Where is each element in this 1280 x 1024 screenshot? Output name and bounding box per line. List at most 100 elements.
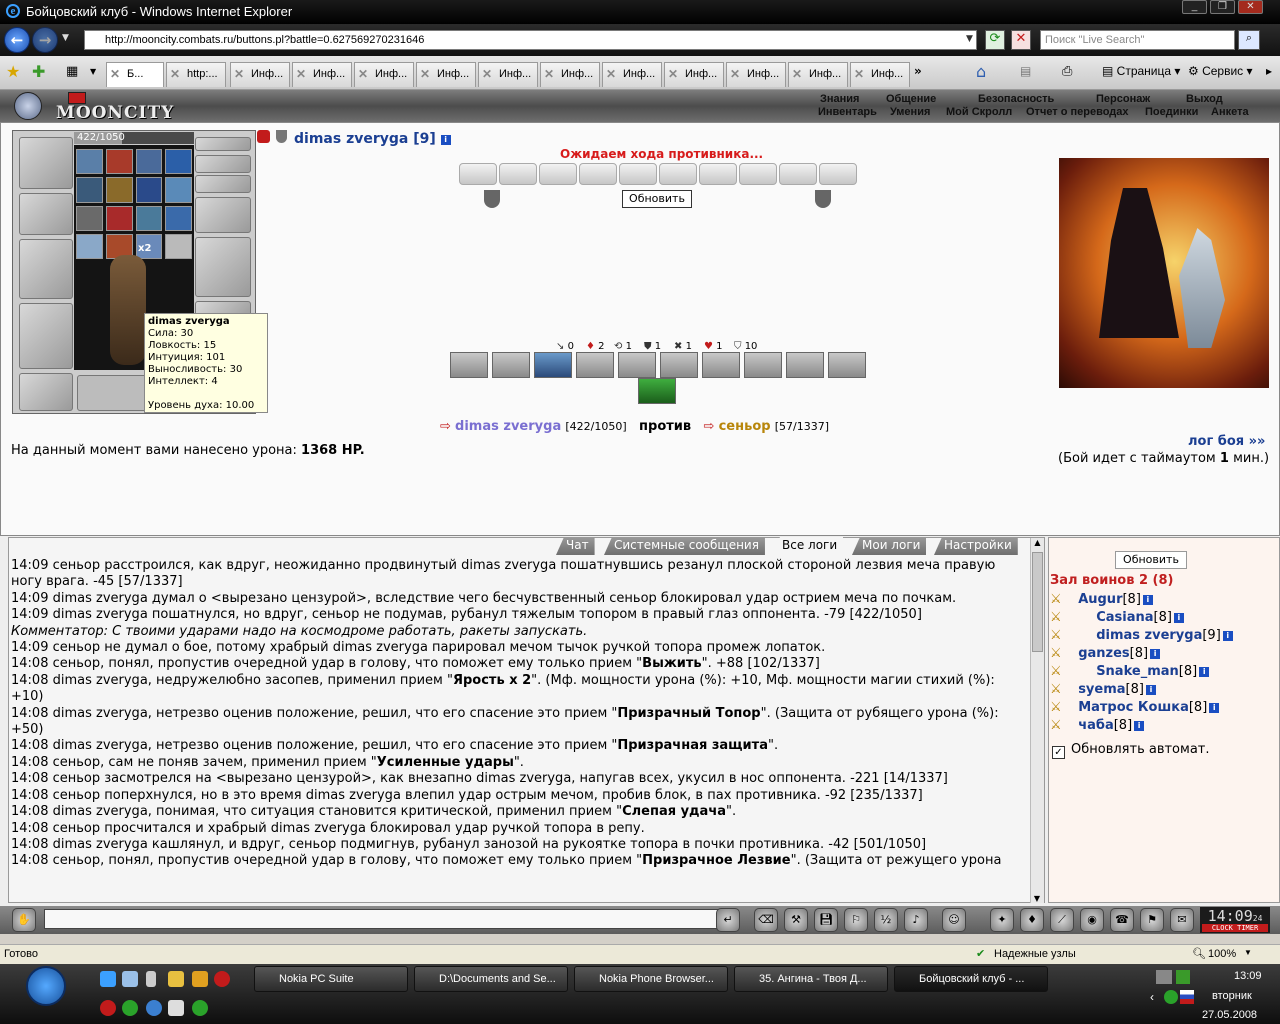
effect-icon[interactable]: [165, 149, 192, 175]
game-quicklaunch-icon[interactable]: [214, 971, 230, 987]
browser-tab[interactable]: ✕ Инф...: [230, 62, 290, 87]
browser-tab[interactable]: ✕ Б...: [106, 62, 164, 87]
magic-icon[interactable]: ✦: [990, 908, 1014, 932]
tab-list-icon[interactable]: ▼: [90, 67, 96, 76]
back-button[interactable]: ←: [4, 27, 30, 53]
taskbar-button[interactable]: D:\Documents and Se...: [414, 966, 568, 992]
effect-icon[interactable]: [135, 149, 163, 175]
search-input[interactable]: Поиск "Live Search": [1040, 30, 1235, 50]
menu-inventory[interactable]: Инвентарь: [818, 106, 877, 118]
browser-tab[interactable]: ✕ Инф...: [726, 62, 786, 87]
effect-icon[interactable]: [76, 205, 103, 231]
menu-communication[interactable]: Общение: [886, 93, 936, 105]
hall-player[interactable]: ⚔ Augur[8] i: [1050, 592, 1153, 607]
gem-icon[interactable]: ♦: [1020, 908, 1044, 932]
refresh-icon[interactable]: ⟳: [985, 30, 1005, 50]
smiley-icon[interactable]: ☺: [942, 908, 966, 932]
info-icon[interactable]: i: [1134, 721, 1145, 731]
save-icon[interactable]: 💾︎: [814, 908, 838, 932]
ie-quicklaunch-icon[interactable]: [100, 971, 116, 987]
scroll-slot[interactable]: [819, 163, 857, 185]
menu-exit[interactable]: Выход: [1186, 93, 1223, 105]
browser-tab[interactable]: ✕ Инф...: [416, 62, 476, 87]
effect-icon[interactable]: [76, 149, 103, 175]
armor-slot[interactable]: [19, 303, 73, 369]
hall-player[interactable]: ⚔ чаба[8] i: [1050, 718, 1145, 733]
weapon-left-slot[interactable]: [19, 239, 73, 299]
skill-button[interactable]: [450, 352, 488, 378]
chat-scrollbar[interactable]: ▲ ▼: [1030, 538, 1044, 903]
skill-button[interactable]: [786, 352, 824, 378]
browser-tab[interactable]: ✕ Инф...: [602, 62, 662, 87]
hall-player[interactable]: ⚔ Матрос Кошка[8] i: [1050, 700, 1220, 715]
clear-icon[interactable]: ⌫: [754, 908, 778, 932]
print-icon[interactable]: ⎙: [1062, 64, 1072, 79]
language-flag-icon[interactable]: [1180, 990, 1194, 1004]
checkbox-icon[interactable]: ✓: [1052, 746, 1065, 759]
players-refresh-button[interactable]: Обновить: [1115, 551, 1187, 569]
maximize-button[interactable]: ❐: [1210, 0, 1235, 14]
info-icon[interactable]: i: [1199, 667, 1210, 677]
browser-tab[interactable]: ✕ Инф...: [354, 62, 414, 87]
add-favorite-icon[interactable]: ✚: [32, 62, 45, 81]
quick-tabs-icon[interactable]: ▦: [66, 64, 78, 79]
bracers-slot[interactable]: [19, 193, 73, 235]
info-icon[interactable]: i: [440, 135, 451, 145]
browser-tab[interactable]: ✕ Инф...: [478, 62, 538, 87]
chat-mode-icon[interactable]: ✋: [12, 908, 36, 932]
tray-app-icon[interactable]: [122, 1000, 138, 1016]
target-icon[interactable]: ◉: [1080, 908, 1104, 932]
rings-slot[interactable]: [195, 175, 251, 193]
tab-settings[interactable]: Настройки: [934, 537, 1018, 555]
skill-button[interactable]: [744, 352, 782, 378]
music-icon[interactable]: ♪: [904, 908, 928, 932]
half-icon[interactable]: ½: [874, 908, 898, 932]
taskbar-button[interactable]: Nokia PC Suite: [254, 966, 408, 992]
zoom-level[interactable]: 100%: [1208, 948, 1236, 960]
vs-left-name[interactable]: dimas zveryga: [455, 419, 561, 434]
effect-icon[interactable]: [105, 149, 133, 175]
tray-app-icon[interactable]: [100, 1000, 116, 1016]
effect-icon[interactable]: [135, 177, 163, 203]
mail-icon[interactable]: ✉: [1170, 908, 1194, 932]
selected-skill-button[interactable]: [638, 378, 676, 404]
close-button[interactable]: ✕: [1238, 0, 1263, 14]
earrings-slot[interactable]: [195, 137, 251, 151]
hall-player[interactable]: ⚔ dimas zveryga[9] i: [1050, 628, 1233, 643]
skill-button[interactable]: [576, 352, 614, 378]
history-dropdown-icon[interactable]: ▼: [62, 33, 69, 43]
hall-player[interactable]: ⚔ Casiana[8] i: [1050, 610, 1184, 625]
skill-button[interactable]: [618, 352, 656, 378]
service-menu[interactable]: ⚙ Сервис ▾: [1188, 64, 1253, 78]
scroll-slot[interactable]: [619, 163, 657, 185]
info-icon[interactable]: i: [1222, 631, 1233, 641]
weapon-right-slot[interactable]: [195, 237, 251, 297]
menu-duels[interactable]: Поединки: [1145, 106, 1198, 118]
menu-profile[interactable]: Анкета: [1211, 106, 1249, 118]
tab-all-logs[interactable]: Все логи: [772, 537, 844, 555]
browser-tab[interactable]: ✕ Инф...: [292, 62, 352, 87]
effect-icon[interactable]: [135, 205, 163, 231]
hall-player[interactable]: ⚔ ganzes[8] i: [1050, 646, 1161, 661]
info-icon[interactable]: i: [1145, 685, 1156, 695]
effect-icon[interactable]: [165, 177, 192, 203]
effect-icon[interactable]: [76, 177, 103, 203]
page-menu[interactable]: ▤ Страница ▾: [1102, 64, 1180, 78]
skill-button[interactable]: [534, 352, 572, 378]
taskbar-button[interactable]: 35. Ангина - Твоя Д...: [734, 966, 888, 992]
scroll-slot[interactable]: [459, 163, 497, 185]
hall-player-name[interactable]: syema: [1078, 682, 1125, 697]
hall-player-name[interactable]: Casiana: [1096, 610, 1153, 625]
info-icon[interactable]: i: [1173, 613, 1184, 623]
hall-player-name[interactable]: Snake_man: [1096, 664, 1179, 679]
flag-icon[interactable]: ⚑: [1140, 908, 1164, 932]
scroll-down-icon[interactable]: ▼: [1031, 894, 1043, 903]
scroll-slot[interactable]: [659, 163, 697, 185]
auto-update-checkbox[interactable]: ✓ Обновлять автомат.: [1052, 742, 1210, 759]
filter-icon[interactable]: ⚒: [784, 908, 808, 932]
desktop-quicklaunch-icon[interactable]: [122, 971, 138, 987]
menu-skills[interactable]: Умения: [890, 106, 930, 118]
scroll-slot[interactable]: [499, 163, 537, 185]
hall-player-name[interactable]: ganzes: [1078, 646, 1129, 661]
browser-tab[interactable]: ✕ Инф...: [788, 62, 848, 87]
